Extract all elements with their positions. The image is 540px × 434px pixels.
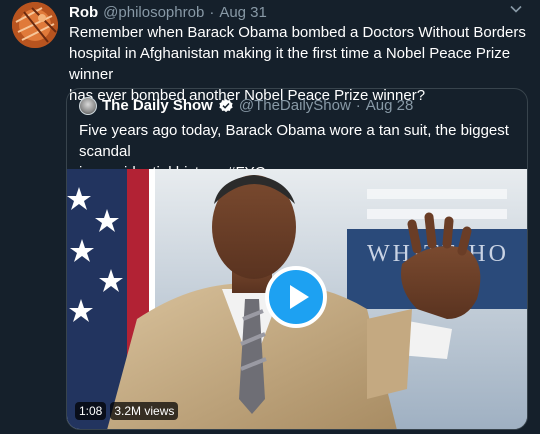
video-info-badges: 1:08 3.2M views [75,402,179,420]
tweet-header: Rob @philosophrob · Aug 31 [69,4,510,22]
play-icon [290,285,309,309]
chevron-down-icon[interactable] [506,2,526,18]
quoted-tweet-text-line: Five years ago today, Barack Obama wore … [79,122,509,160]
tweet[interactable]: Rob @philosophrob · Aug 31 Remember when… [0,0,540,434]
tweet-date[interactable]: Aug 31 [219,4,267,22]
author-handle[interactable]: @philosophrob [103,4,204,22]
video-views: 3.2M views [110,402,179,420]
separator-dot: · [209,4,215,21]
author-avatar[interactable] [12,2,58,48]
quoted-author-avatar [79,97,97,115]
separator-dot: · [355,97,361,114]
video-player[interactable]: WHITE HO 1:08 3.2M views [67,169,527,429]
tweet-text-line: hospital in Afghanistan making it the fi… [69,45,511,83]
quoted-tweet-header: The Daily Show @TheDailyShow · Aug 28 [79,97,517,115]
author-name[interactable]: Rob [69,4,98,22]
tweet-text-line: Remember when Barack Obama bombed a Doct… [69,24,526,41]
quoted-author-handle: @TheDailyShow [238,97,351,114]
verified-badge-icon [219,99,233,113]
quoted-author-name: The Daily Show [102,97,213,114]
quoted-tweet-card[interactable]: The Daily Show @TheDailyShow · Aug 28 Fi… [66,88,528,430]
play-button[interactable] [265,266,327,328]
quoted-tweet-date: Aug 28 [365,97,414,114]
video-duration: 1:08 [75,402,107,420]
